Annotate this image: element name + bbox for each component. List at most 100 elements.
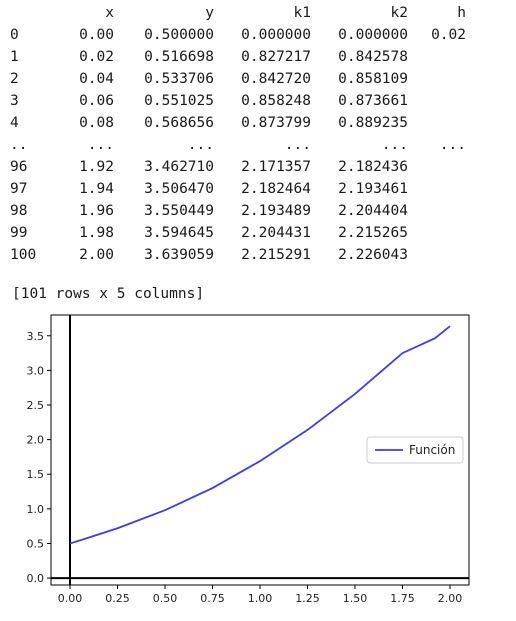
cell-y: 3.550449 <box>144 203 214 219</box>
cell-x: 1.94 <box>79 181 114 197</box>
cell-k1: 0.827217 <box>241 49 311 65</box>
line-chart: 0.00 0.25 0.50 0.75 1.00 1.25 1.50 1.75 2.00 0.0 0… <box>27 314 470 605</box>
table-row: 96 1.92 3.462710 2.171357 2.182436 <box>10 156 466 178</box>
cell-h <box>408 90 466 112</box>
table-row: 3 0.06 0.551025 0.858248 0.873661 <box>10 90 466 112</box>
row-index: 98 <box>10 203 28 219</box>
cell-x: 1.96 <box>79 203 114 219</box>
x-tick-label: 0.75 <box>200 592 225 605</box>
column-header-k2: k2 <box>390 5 408 21</box>
table-row: 100 2.00 3.639059 2.215291 2.226043 <box>10 244 466 266</box>
y-tick-label: 3.5 <box>27 330 45 343</box>
cell-k1: 0.842720 <box>241 71 311 87</box>
table-row: 2 0.04 0.533706 0.842720 0.858109 <box>10 68 466 90</box>
cell-x: 0.00 <box>79 27 114 43</box>
table-row: 99 1.98 3.594645 2.204431 2.215265 <box>10 222 466 244</box>
y-tick-label: 0.0 <box>27 572 45 585</box>
cell-k2: 0.000000 <box>338 27 408 43</box>
cell-k2: 2.215265 <box>338 225 408 241</box>
cell-h <box>408 244 466 266</box>
cell-k1: 2.204431 <box>241 225 311 241</box>
row-index: 99 <box>10 225 28 241</box>
table-row: 1 0.02 0.516698 0.827217 0.842578 <box>10 46 466 68</box>
cell-y: 3.594645 <box>144 225 214 241</box>
x-tick-label: 1.50 <box>343 592 368 605</box>
cell-x: 0.08 <box>79 115 114 131</box>
cell-h <box>408 222 466 244</box>
y-tick-label: 1.5 <box>27 468 45 481</box>
cell-y: 0.500000 <box>144 27 214 43</box>
cell-y: 0.568656 <box>144 115 214 131</box>
row-index: 3 <box>10 93 19 109</box>
cell-k1: 2.215291 <box>241 247 311 263</box>
cell-y: ... <box>187 137 214 153</box>
table-row: 0 0.00 0.500000 0.000000 0.000000 0.02 <box>10 24 466 46</box>
x-tick-label: 1.25 <box>295 592 320 605</box>
row-index: 96 <box>10 159 28 175</box>
cell-h: ... <box>439 137 466 153</box>
cell-x: 0.06 <box>79 93 114 109</box>
cell-h: 0.02 <box>431 27 466 43</box>
cell-k1: ... <box>284 137 311 153</box>
x-tick-label: 0.25 <box>105 592 130 605</box>
cell-h <box>408 46 466 68</box>
x-tick-label: 2.00 <box>438 592 463 605</box>
column-header-x: x <box>105 5 114 21</box>
x-tick-label: 1.00 <box>248 592 273 605</box>
row-index: 97 <box>10 181 28 197</box>
notebook-output: x y k1 k2 h 0 0.00 0.500000 0.000000 0.00000… <box>0 0 516 621</box>
cell-k2: 2.204404 <box>338 203 408 219</box>
cell-k1: 0.858248 <box>241 93 311 109</box>
cell-y: 3.462710 <box>144 159 214 175</box>
cell-k2: 2.226043 <box>338 247 408 263</box>
table-header-row: x y k1 k2 h <box>10 2 466 24</box>
legend-label: Función <box>409 443 455 457</box>
column-header-k1: k1 <box>293 5 311 21</box>
cell-h <box>408 68 466 90</box>
cell-k2: 0.889235 <box>338 115 408 131</box>
cell-k1: 0.873799 <box>241 115 311 131</box>
cell-h <box>408 112 466 134</box>
y-tick-label: 0.5 <box>27 537 45 550</box>
cell-h <box>408 200 466 222</box>
dataframe-summary: [101 rows x 5 columns] <box>12 286 205 302</box>
cell-k1: 2.193489 <box>241 203 311 219</box>
row-index: 0 <box>10 27 19 43</box>
cell-x: 0.02 <box>79 49 114 65</box>
cell-x: 2.00 <box>79 247 114 263</box>
cell-k1: 2.171357 <box>241 159 311 175</box>
column-header-h: h <box>457 5 466 21</box>
table-row: ................. <box>10 134 466 156</box>
cell-k1: 0.000000 <box>241 27 311 43</box>
row-index: 2 <box>10 71 19 87</box>
series-line-0 <box>69 325 451 545</box>
cell-x: ... <box>87 137 114 153</box>
cell-k2: ... <box>381 137 408 153</box>
y-tick-label: 3.0 <box>27 364 45 377</box>
cell-y: 0.551025 <box>144 93 214 109</box>
cell-k2: 0.842578 <box>338 49 408 65</box>
table-row: 97 1.94 3.506470 2.182464 2.193461 <box>10 178 466 200</box>
x-tick-label: 0.00 <box>58 592 83 605</box>
column-header-y: y <box>205 5 214 21</box>
row-index: 1 <box>10 49 19 65</box>
cell-x: 0.04 <box>79 71 114 87</box>
cell-k2: 2.182436 <box>338 159 408 175</box>
x-tick-label: 0.50 <box>153 592 178 605</box>
cell-k2: 2.193461 <box>338 181 408 197</box>
row-index: 100 <box>10 247 37 263</box>
cell-h <box>408 178 466 200</box>
table-row: 98 1.96 3.550449 2.193489 2.204404 <box>10 200 466 222</box>
y-tick-label: 1.0 <box>27 503 45 516</box>
cell-y: 0.516698 <box>144 49 214 65</box>
cell-h <box>408 156 466 178</box>
dataframe-table: x y k1 k2 h 0 0.00 0.500000 0.000000 0.00000… <box>10 2 466 266</box>
cell-x: 1.98 <box>79 225 114 241</box>
cell-k2: 0.858109 <box>338 71 408 87</box>
index-header <box>10 2 56 24</box>
cell-y: 0.533706 <box>144 71 214 87</box>
y-tick-label: 2.0 <box>27 434 45 447</box>
cell-k2: 0.873661 <box>338 93 408 109</box>
row-index: 4 <box>10 115 19 131</box>
cell-y: 3.506470 <box>144 181 214 197</box>
